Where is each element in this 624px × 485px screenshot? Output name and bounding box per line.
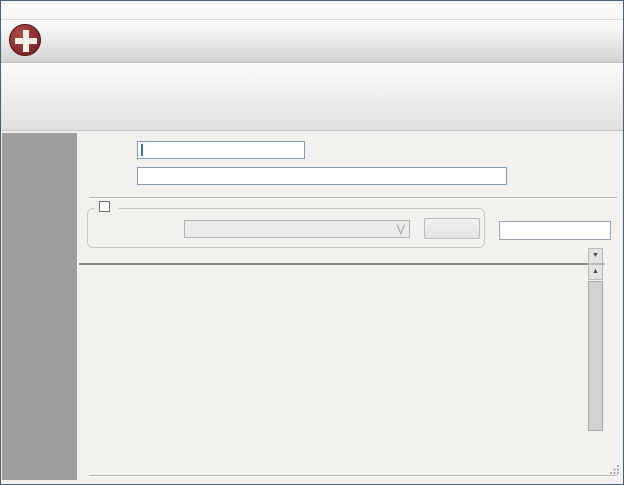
main-toolbar <box>1 63 623 131</box>
scrollbar-thumb[interactable] <box>588 281 603 431</box>
record-format-select[interactable]: ⋁ <box>184 220 410 238</box>
logo-globe-icon <box>9 24 41 56</box>
non-normalized-checkbox[interactable] <box>99 201 110 212</box>
record-format-groupbox: ⋁ <box>87 208 485 248</box>
description-input[interactable] <box>137 167 507 185</box>
scroll-up-button[interactable]: ▲ <box>588 264 603 280</box>
menu-bar <box>1 1 623 20</box>
scroll-down-button[interactable]: ▼ <box>588 248 603 264</box>
search-grid-input[interactable] <box>499 221 611 240</box>
resize-grip[interactable] <box>609 462 620 480</box>
pvx-plus-logo <box>9 24 47 56</box>
divider <box>89 475 617 477</box>
name-input[interactable] <box>137 141 305 159</box>
define-button[interactable] <box>424 218 480 239</box>
title-band <box>1 20 623 63</box>
name-input-selected-text <box>141 144 143 156</box>
divider <box>89 197 617 199</box>
app-window: ⋁ ▲ ▼ <box>0 0 624 485</box>
data-elements-grid: ▲ ▼ <box>79 263 604 265</box>
left-sidebar <box>2 133 77 480</box>
chevron-down-icon: ⋁ <box>397 224 405 235</box>
